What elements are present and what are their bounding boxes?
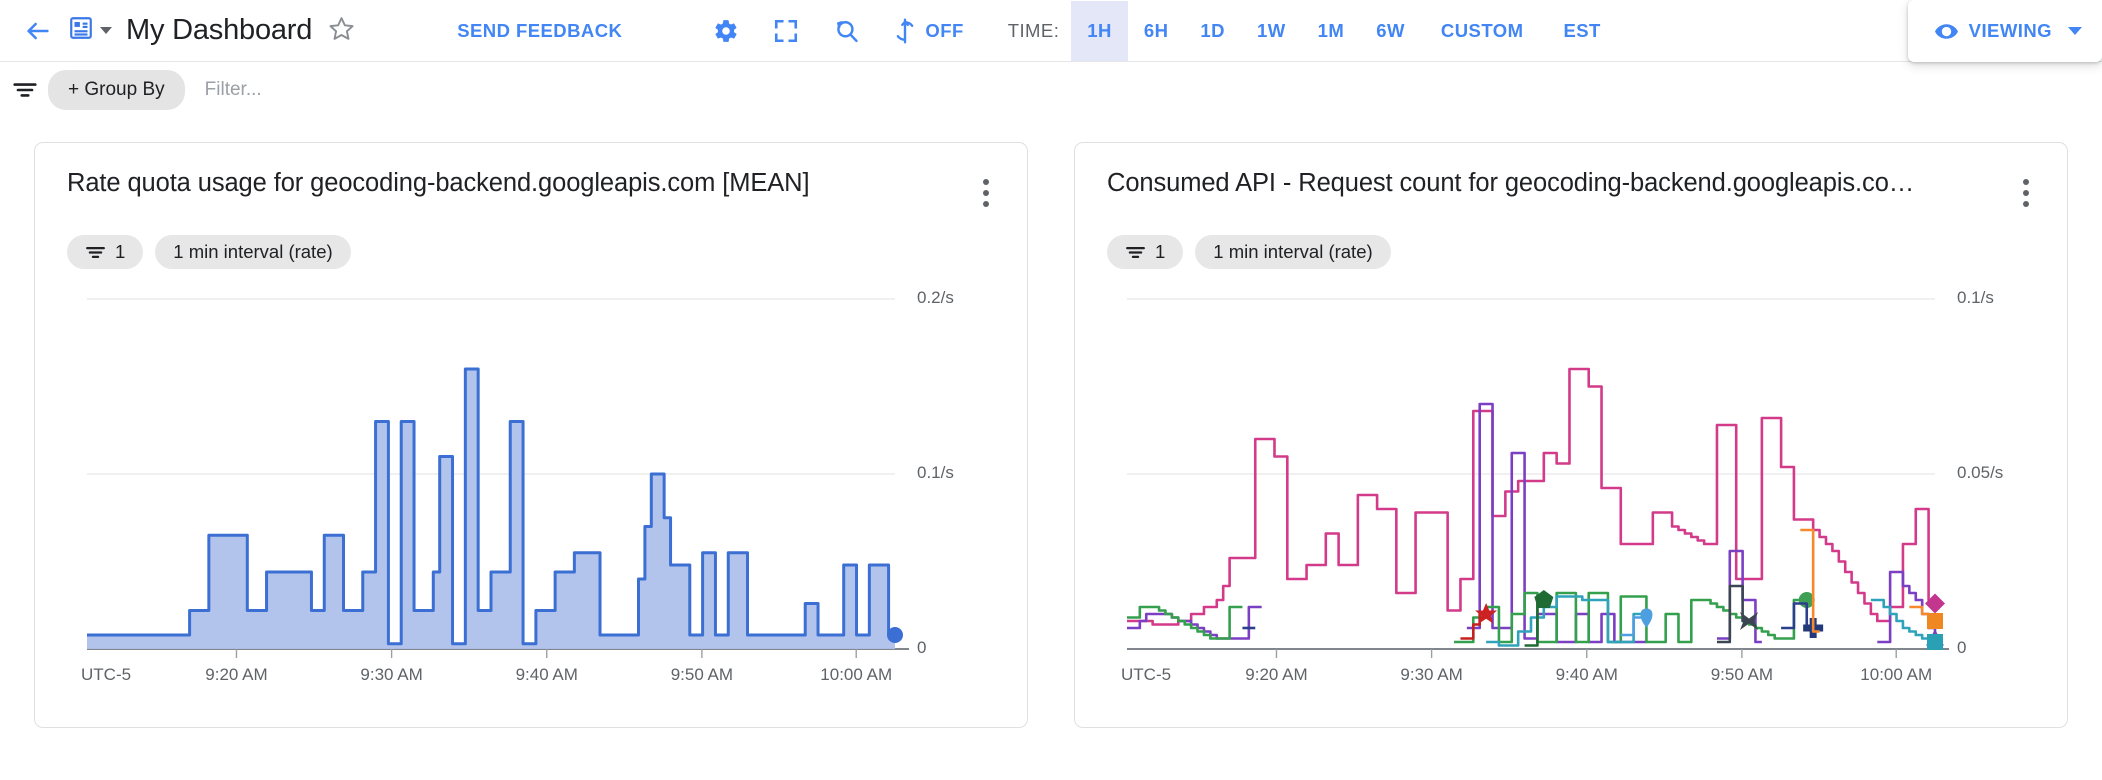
refresh-icon	[892, 18, 918, 44]
page-title: My Dashboard	[126, 14, 312, 47]
viewing-mode-label: VIEWING	[1969, 20, 2052, 42]
filter-input[interactable]	[203, 78, 603, 102]
settings-button[interactable]	[704, 9, 748, 53]
kebab-menu-icon[interactable]	[973, 173, 999, 213]
time-option-1h[interactable]: 1H	[1071, 1, 1128, 61]
chart-area-consumed-api[interactable]: 0 0.05/s 0.1/s UTC-5 9:20 AM 9:30 AM 9:40 AM 9:…	[1103, 285, 2039, 705]
chip-interval[interactable]: 1 min interval (rate)	[155, 235, 350, 269]
fullscreen-button[interactable]	[764, 9, 808, 53]
auto-refresh-state: OFF	[925, 20, 963, 42]
y-axis-tick-label: 0	[1957, 638, 1966, 658]
chip-filter-count[interactable]: 1	[1107, 235, 1183, 269]
star-outline-icon[interactable]	[328, 15, 355, 47]
top-bar: My Dashboard SEND FEEDBACK	[0, 0, 2102, 62]
arrow-back-icon	[24, 17, 52, 45]
gear-icon	[713, 18, 739, 44]
filter-lines-icon[interactable]	[12, 77, 38, 103]
y-axis-tick-label: 0.1/s	[917, 463, 954, 483]
time-option-1w[interactable]: 1W	[1241, 1, 1302, 61]
x-axis-tick-label: 10:00 AM	[1860, 665, 1932, 685]
card-title: Consumed API - Request count for geocodi…	[1103, 169, 1914, 198]
x-axis-tick-label: 9:40 AM	[1556, 665, 1618, 685]
x-axis-tick-label: 9:50 AM	[671, 665, 733, 685]
card-title: Rate quota usage for geocoding-backend.g…	[63, 169, 809, 198]
time-option-1m[interactable]: 1M	[1302, 1, 1361, 61]
dashboard-cards: Rate quota usage for geocoding-backend.g…	[0, 118, 2102, 728]
filter-bar: + Group By	[0, 62, 2102, 118]
x-axis-tick-label: 9:30 AM	[1400, 665, 1462, 685]
chip-filter-count-label: 1	[1155, 241, 1165, 263]
chip-filter-count[interactable]: 1	[67, 235, 143, 269]
dashboard-icon[interactable]	[68, 15, 94, 46]
zoom-reset-icon	[832, 17, 860, 45]
viewing-mode-button[interactable]: VIEWING	[1908, 0, 2102, 62]
time-option-6h[interactable]: 6H	[1128, 1, 1185, 61]
x-axis-tick-label: 9:40 AM	[516, 665, 578, 685]
filter-lines-icon	[1125, 242, 1146, 263]
chart-area-rate-quota[interactable]: 0 0.1/s 0.2/s UTC-5 9:20 AM 9:30 AM 9:40 AM 9:5…	[63, 285, 999, 705]
dashboard-dropdown-caret-icon[interactable]	[100, 27, 112, 34]
time-range-label: TIME:	[1008, 20, 1060, 42]
chevron-down-icon	[2068, 27, 2082, 35]
auto-refresh-toggle[interactable]: OFF	[892, 18, 963, 44]
chart-card-rate-quota-usage: Rate quota usage for geocoding-backend.g…	[34, 142, 1028, 728]
card-header: Rate quota usage for geocoding-backend.g…	[63, 169, 999, 213]
time-range-options: 1H 6H 1D 1W 1M 6W CUSTOM EST	[1071, 1, 1620, 61]
chart-plot	[63, 285, 999, 705]
chip-interval[interactable]: 1 min interval (rate)	[1195, 235, 1390, 269]
timezone-label: UTC-5	[1121, 665, 1171, 685]
fullscreen-icon	[773, 18, 799, 44]
chip-filter-count-label: 1	[115, 241, 125, 263]
y-axis-tick-label: 0.05/s	[1957, 463, 2003, 483]
send-feedback-button[interactable]: SEND FEEDBACK	[457, 20, 622, 42]
y-axis-tick-label: 0.2/s	[917, 288, 954, 308]
x-axis-tick-label: 9:50 AM	[1711, 665, 1773, 685]
time-option-custom[interactable]: CUSTOM	[1421, 1, 1544, 61]
eye-icon	[1934, 19, 1959, 44]
x-axis-tick-label: 9:30 AM	[360, 665, 422, 685]
card-header: Consumed API - Request count for geocodi…	[1103, 169, 2039, 213]
zoom-reset-button[interactable]	[824, 9, 868, 53]
chart-plot	[1103, 285, 2039, 705]
card-chips: 1 1 min interval (rate)	[1103, 235, 2039, 269]
filter-lines-icon	[85, 242, 106, 263]
card-chips: 1 1 min interval (rate)	[63, 235, 999, 269]
toolbar-icons: OFF	[704, 9, 963, 53]
group-by-button[interactable]: + Group By	[48, 70, 185, 110]
x-axis-tick-label: 10:00 AM	[820, 665, 892, 685]
time-option-est[interactable]: EST	[1543, 1, 1620, 61]
kebab-menu-icon[interactable]	[2013, 173, 2039, 213]
time-option-6w[interactable]: 6W	[1360, 1, 1421, 61]
back-button[interactable]	[14, 7, 62, 55]
timezone-label: UTC-5	[81, 665, 131, 685]
x-axis-tick-label: 9:20 AM	[205, 665, 267, 685]
chart-card-consumed-api-request-count: Consumed API - Request count for geocodi…	[1074, 142, 2068, 728]
y-axis-tick-label: 0	[917, 638, 926, 658]
x-axis-tick-label: 9:20 AM	[1245, 665, 1307, 685]
time-option-1d[interactable]: 1D	[1184, 1, 1241, 61]
y-axis-tick-label: 0.1/s	[1957, 288, 1994, 308]
